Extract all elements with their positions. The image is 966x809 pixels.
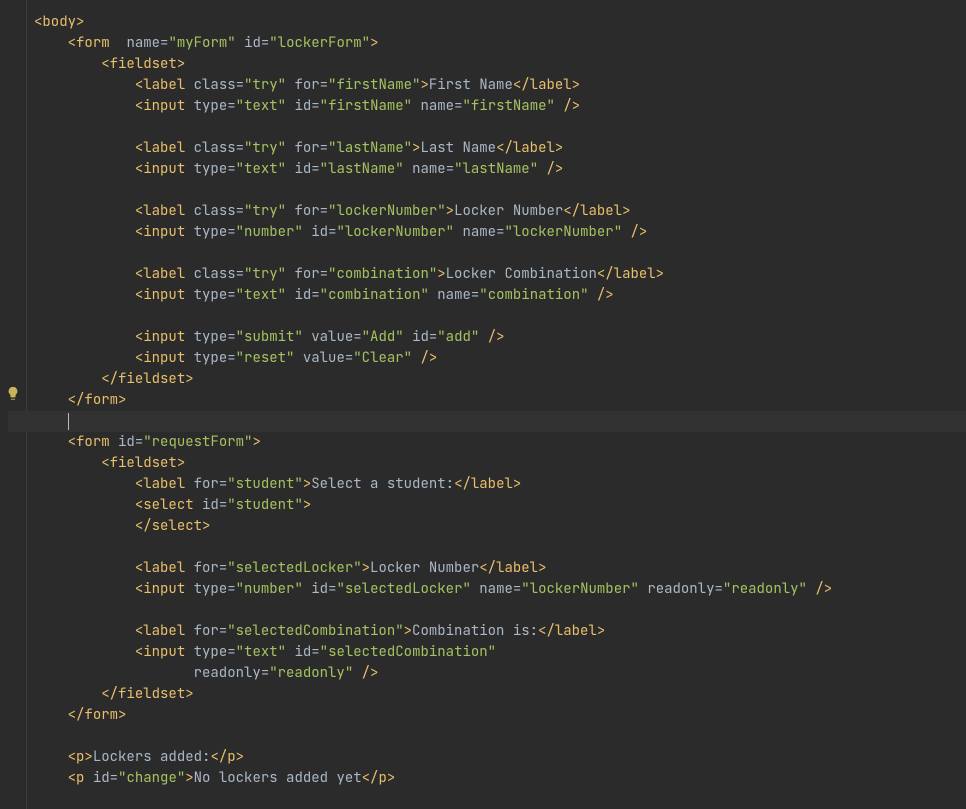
code-line[interactable]: <label for="student">Select a student:</… (34, 474, 966, 495)
attr-for: for (294, 76, 319, 94)
code-line[interactable]: <input type="submit" value="Add" id="add… (34, 327, 966, 348)
val-readonly: "readonly" (723, 580, 807, 598)
tag-body: body (42, 13, 76, 31)
tag-label: label (143, 76, 185, 94)
code-line[interactable]: <fieldset> (34, 54, 966, 75)
lightbulb-icon[interactable] (6, 386, 20, 400)
code-line[interactable] (34, 726, 966, 747)
code-line[interactable]: <select id="student"> (34, 495, 966, 516)
val-reset: "reset" (236, 349, 295, 367)
code-line[interactable]: <input type="reset" value="Clear" /> (34, 348, 966, 369)
text-noLockers: No lockers added yet (194, 769, 362, 787)
code-line[interactable]: <input type="number" id="selectedLocker"… (34, 579, 966, 600)
val-lockerNumberFor: "lockerNumber" (328, 202, 446, 220)
code-line[interactable] (34, 306, 966, 327)
code-line-caret[interactable] (8, 411, 966, 432)
attr-readonly: readonly (647, 580, 714, 598)
text-selectStudent: Select a student: (311, 475, 454, 493)
code-line[interactable]: </fieldset> (34, 684, 966, 705)
attr-class: class (194, 76, 236, 94)
code-line[interactable]: </select> (34, 516, 966, 537)
code-line[interactable]: <label class="try" for="combination">Loc… (34, 264, 966, 285)
code-line[interactable]: readonly="readonly" /> (34, 663, 966, 684)
code-editor[interactable]: <body> <form name="myForm" id="lockerFor… (0, 0, 966, 809)
code-line[interactable]: <input type="text" id="combination" name… (34, 285, 966, 306)
val-firstNameFor: "firstName" (328, 76, 420, 94)
val-text: "text" (236, 97, 286, 115)
text-lockersAdded: Lockers added: (93, 748, 211, 766)
code-line[interactable]: </form> (34, 705, 966, 726)
text-lockerNumber: Locker Number (454, 202, 563, 220)
val-lockerForm: "lockerForm" (269, 34, 370, 52)
text-combinationIs: Combination is: (412, 622, 538, 640)
attr-type: type (194, 97, 228, 115)
text-lastName: Last Name (420, 139, 496, 157)
code-line[interactable]: <p>Lockers added:</p> (34, 747, 966, 768)
code-line[interactable]: <input type="text" id="firstName" name="… (34, 96, 966, 117)
code-line[interactable] (34, 117, 966, 138)
code-line[interactable]: <label class="try" for="firstName">First… (34, 75, 966, 96)
val-combinationFor: "combination" (328, 265, 437, 283)
code-line[interactable]: <input type="number" id="lockerNumber" n… (34, 222, 966, 243)
code-line[interactable]: <label class="try" for="lastName">Last N… (34, 138, 966, 159)
code-line[interactable]: <label for="selectedLocker">Locker Numbe… (34, 558, 966, 579)
val-requestForm: "requestForm" (143, 433, 252, 451)
tag-select: select (143, 496, 193, 514)
code-line[interactable]: <fieldset> (34, 453, 966, 474)
text-lockerCombination: Locker Combination (446, 265, 597, 283)
tag-input: input (143, 97, 185, 115)
code-line[interactable] (34, 243, 966, 264)
val-submit: "submit" (236, 328, 303, 346)
code-line[interactable]: <input type="text" id="selectedCombinati… (34, 642, 966, 663)
code-line[interactable] (34, 180, 966, 201)
code-line[interactable]: <label class="try" for="lockerNumber">Lo… (34, 201, 966, 222)
code-line[interactable]: <p id="change">No lockers added yet</p> (34, 768, 966, 789)
text-lockerNumber2: Locker Number (370, 559, 479, 577)
code-line[interactable]: <form id="requestForm"> (34, 432, 966, 453)
val-number: "number" (236, 223, 303, 241)
code-line[interactable]: </form> (34, 390, 966, 411)
attr-name: name (126, 34, 160, 52)
val-myForm: "myForm" (168, 34, 235, 52)
text-firstName: First Name (429, 76, 513, 94)
val-add: "add" (437, 328, 479, 346)
attr-value: value (311, 328, 353, 346)
val-studentFor: "student" (227, 475, 303, 493)
tag-fieldset: fieldset (110, 55, 177, 73)
val-Add: "Add" (362, 328, 404, 346)
attr-id: id (244, 34, 261, 52)
gutter (0, 0, 27, 809)
val-selectedLockerFor: "selectedLocker" (227, 559, 361, 577)
code-line[interactable]: <form name="myForm" id="lockerForm"> (34, 33, 966, 54)
code-line[interactable] (34, 537, 966, 558)
val-Clear: "Clear" (353, 349, 412, 367)
val-try: "try" (244, 76, 286, 94)
code-line[interactable]: <input type="text" id="lastName" name="l… (34, 159, 966, 180)
val-change: "change" (118, 769, 185, 787)
val-selectedCombinationFor: "selectedCombination" (227, 622, 403, 640)
code-line[interactable]: <label for="selectedCombination">Combina… (34, 621, 966, 642)
code-lines[interactable]: <body> <form name="myForm" id="lockerFor… (26, 12, 966, 789)
tag-form: form (76, 34, 110, 52)
code-line[interactable] (34, 600, 966, 621)
code-line[interactable]: <body> (34, 12, 966, 33)
code-line[interactable]: </fieldset> (34, 369, 966, 390)
val-lastNameFor: "lastName" (328, 139, 412, 157)
